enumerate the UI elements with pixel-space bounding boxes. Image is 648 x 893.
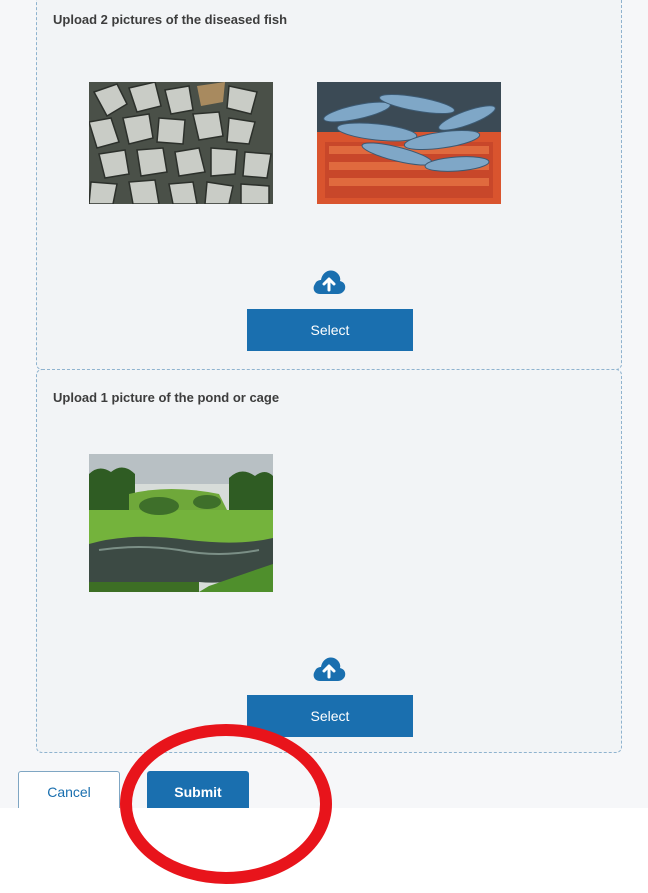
submit-button[interactable]: Submit (147, 771, 249, 813)
pond-cage-upload-section: Upload 1 picture of the pond or cage Sel… (36, 369, 622, 753)
select-fish-photos-button[interactable]: Select (247, 309, 413, 351)
section-title: Upload 2 pictures of the diseased fish (53, 12, 288, 27)
cloud-upload-icon (313, 270, 346, 294)
cloud-upload-icon (313, 657, 346, 681)
pond-thumbnail (89, 454, 273, 592)
diseased-fish-upload-section: Upload 2 pictures of the diseased fish S… (36, 0, 622, 370)
section-title: Upload 1 picture of the pond or cage (53, 390, 280, 405)
upload-form: Upload 2 pictures of the diseased fish S… (0, 0, 648, 813)
select-pond-photo-button[interactable]: Select (247, 695, 413, 737)
form-footer: Cancel Submit (0, 753, 648, 813)
cancel-button[interactable]: Cancel (18, 771, 120, 813)
fish-crate-thumbnail (317, 82, 501, 204)
page-background (0, 808, 648, 893)
fish-pile-thumbnail (89, 82, 273, 204)
